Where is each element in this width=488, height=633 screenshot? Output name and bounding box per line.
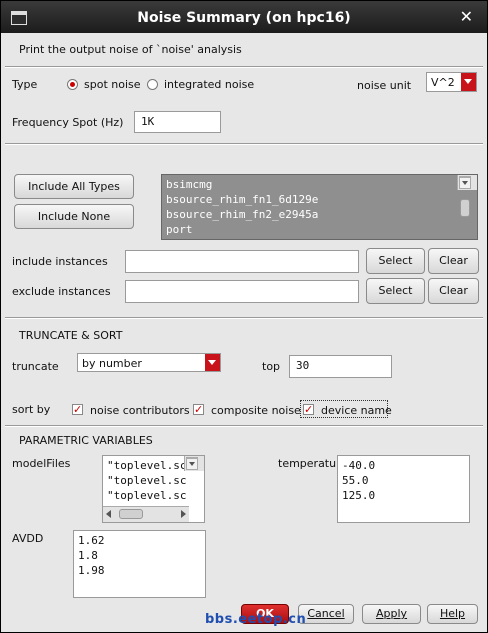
truncate-label: truncate — [12, 360, 59, 373]
sort-by-label: sort by — [12, 403, 51, 416]
list-item[interactable]: bsource_rhim_fn1_6d129e — [162, 192, 477, 207]
device-name-checkbox[interactable]: ✓ — [303, 404, 314, 415]
include-instances-input[interactable] — [125, 250, 359, 273]
temperature-label: temperatur — [278, 457, 341, 470]
scroll-thumb[interactable] — [119, 509, 143, 519]
list-item[interactable]: bsource_rhim_fn2_e2945a — [162, 207, 477, 222]
vertical-scrollbar[interactable] — [457, 175, 477, 217]
composite-noise-label: composite noise — [211, 404, 301, 417]
truncate-value: by number — [82, 357, 142, 370]
close-icon[interactable]: ✕ — [460, 7, 473, 26]
scroll-thumb[interactable] — [460, 199, 470, 217]
top-label: top — [262, 360, 281, 373]
list-item[interactable]: bsimcmg — [162, 175, 477, 192]
divider — [5, 66, 483, 68]
chevron-down-icon — [461, 73, 476, 91]
help-button[interactable]: Help — [427, 604, 478, 624]
divider — [5, 317, 483, 319]
noise-unit-select[interactable]: V^2 — [426, 72, 477, 92]
integrated-noise-label: integrated noise — [164, 78, 255, 91]
scroll-down-icon[interactable] — [186, 458, 198, 470]
avdd-list[interactable]: 1.62 1.8 1.98 — [73, 530, 206, 598]
include-clear-button[interactable]: Clear — [428, 248, 479, 274]
exclude-select-button[interactable]: Select — [366, 278, 425, 304]
include-all-types-button[interactable]: Include All Types — [14, 174, 134, 199]
watermark-text: bbs.eetop.cn — [205, 612, 307, 627]
list-item[interactable]: "toplevel.sc — [103, 488, 204, 503]
noise-types-list[interactable]: bsimcmg bsource_rhim_fn1_6d129e bsource_… — [161, 174, 478, 240]
list-item[interactable]: -40.0 — [338, 456, 469, 473]
avdd-label: AVDD — [12, 532, 44, 545]
exclude-instances-input[interactable] — [125, 280, 359, 303]
list-item[interactable]: 55.0 — [338, 473, 469, 488]
modelfiles-label: modelFiles — [12, 457, 71, 470]
list-item[interactable]: 125.0 — [338, 488, 469, 503]
list-item[interactable]: 1.62 — [74, 531, 205, 548]
intro-text: Print the output noise of `noise' analys… — [19, 43, 242, 56]
noise-unit-label: noise unit — [357, 79, 412, 92]
list-item[interactable]: 1.98 — [74, 563, 205, 578]
exclude-clear-button[interactable]: Clear — [428, 278, 479, 304]
composite-noise-checkbox[interactable]: ✓ — [193, 404, 204, 415]
include-select-button[interactable]: Select — [366, 248, 425, 274]
noise-contributors-label: noise contributors — [90, 404, 190, 417]
chevron-down-icon — [205, 354, 220, 371]
title-bar[interactable]: Noise Summary (on hpc16) ✕ — [1, 1, 487, 33]
integrated-noise-radio[interactable] — [147, 79, 158, 90]
horizontal-scrollbar[interactable] — [103, 506, 189, 522]
exclude-instances-label: exclude instances — [12, 285, 111, 298]
include-none-button[interactable]: Include None — [14, 204, 134, 229]
noise-unit-value: V^2 — [431, 76, 455, 89]
top-input[interactable]: 30 — [289, 355, 392, 378]
truncate-select[interactable]: by number — [77, 353, 221, 372]
scroll-left-icon[interactable] — [106, 510, 111, 518]
vertical-scrollbar[interactable] — [184, 456, 204, 471]
type-label: Type — [12, 78, 38, 91]
parametric-heading: PARAMETRIC VARIABLES — [19, 434, 153, 447]
device-name-label: device name — [321, 404, 392, 417]
divider — [5, 425, 483, 427]
truncate-sort-heading: TRUNCATE & SORT — [19, 329, 123, 342]
spot-noise-label: spot noise — [84, 78, 141, 91]
scroll-right-icon[interactable] — [181, 510, 186, 518]
divider — [5, 143, 483, 145]
frequency-spot-input[interactable]: 1K — [134, 111, 221, 133]
cancel-button[interactable]: Cancel — [298, 604, 354, 624]
spot-noise-radio[interactable] — [67, 79, 78, 90]
apply-button[interactable]: Apply — [362, 604, 421, 624]
list-item[interactable]: port — [162, 222, 477, 237]
list-item[interactable]: "toplevel.sc — [103, 473, 204, 488]
scroll-down-icon[interactable] — [459, 177, 471, 189]
noise-contributors-checkbox[interactable]: ✓ — [72, 404, 83, 415]
temperature-list[interactable]: -40.0 55.0 125.0 — [337, 455, 470, 523]
list-item[interactable]: 1.8 — [74, 548, 205, 563]
window-title: Noise Summary (on hpc16) — [137, 10, 351, 26]
modelfiles-list[interactable]: "toplevel.sc "toplevel.sc "toplevel.sc — [102, 455, 205, 523]
noise-summary-dialog: Noise Summary (on hpc16) ✕ Print the out… — [0, 0, 488, 633]
include-instances-label: include instances — [12, 255, 108, 268]
frequency-spot-label: Frequency Spot (Hz) — [12, 116, 124, 129]
